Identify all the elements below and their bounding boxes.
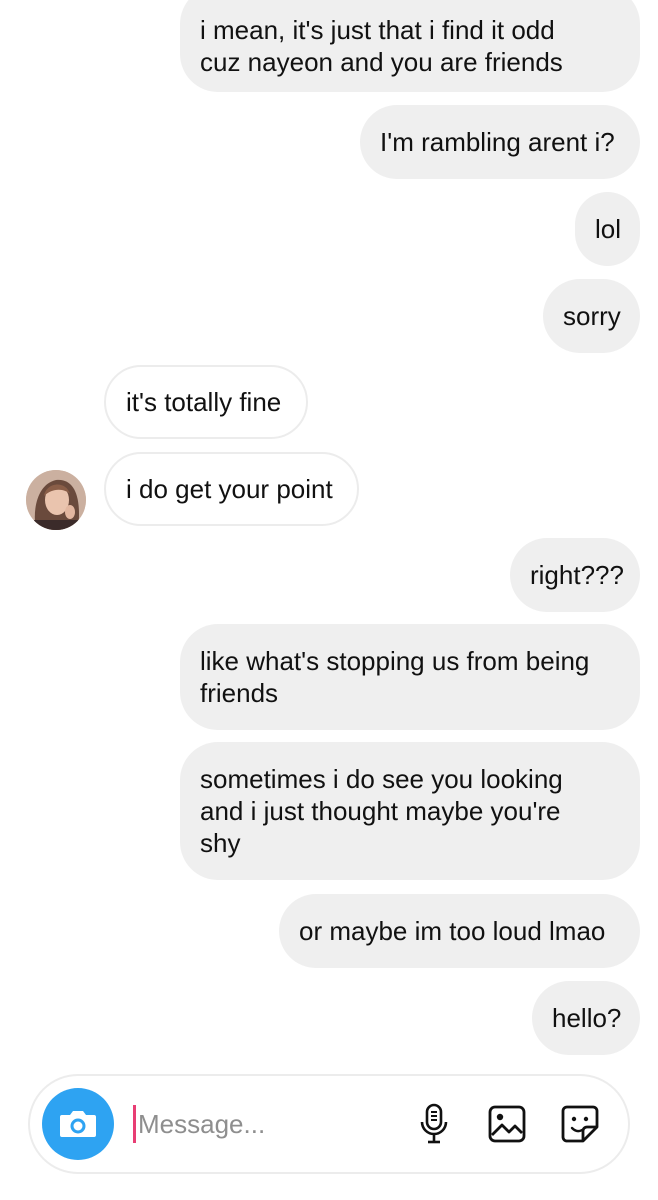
voice-message-button[interactable] xyxy=(412,1102,456,1146)
microphone-icon xyxy=(420,1103,448,1144)
message-composer xyxy=(28,1074,630,1174)
sticker-button[interactable] xyxy=(558,1102,602,1146)
message-bubble-sent: i mean, it's just that i find it odd cuz… xyxy=(180,0,640,92)
camera-button[interactable] xyxy=(42,1088,114,1160)
gallery-button[interactable] xyxy=(485,1102,529,1146)
message-bubble-sent: like what's stopping us from being frien… xyxy=(180,624,640,730)
contact-avatar[interactable] xyxy=(26,470,86,530)
message-input[interactable] xyxy=(138,1104,388,1144)
message-bubble-received: it's totally fine xyxy=(104,365,308,439)
message-bubble-received: i do get your point xyxy=(104,452,359,526)
message-bubble-sent: hello? xyxy=(532,981,640,1055)
message-bubble-sent: right??? xyxy=(510,538,640,612)
message-bubble-sent: sometimes i do see you looking and i jus… xyxy=(180,742,640,880)
message-bubble-sent: lol xyxy=(575,192,640,266)
camera-icon xyxy=(60,1111,96,1137)
message-bubble-sent: I'm rambling arent i? xyxy=(360,105,640,179)
avatar-image xyxy=(26,470,86,530)
sticker-icon xyxy=(561,1105,599,1143)
message-bubble-sent: or maybe im too loud lmao xyxy=(279,894,640,968)
text-caret xyxy=(133,1105,136,1143)
message-bubble-sent: sorry xyxy=(543,279,640,353)
gallery-icon xyxy=(488,1105,526,1143)
